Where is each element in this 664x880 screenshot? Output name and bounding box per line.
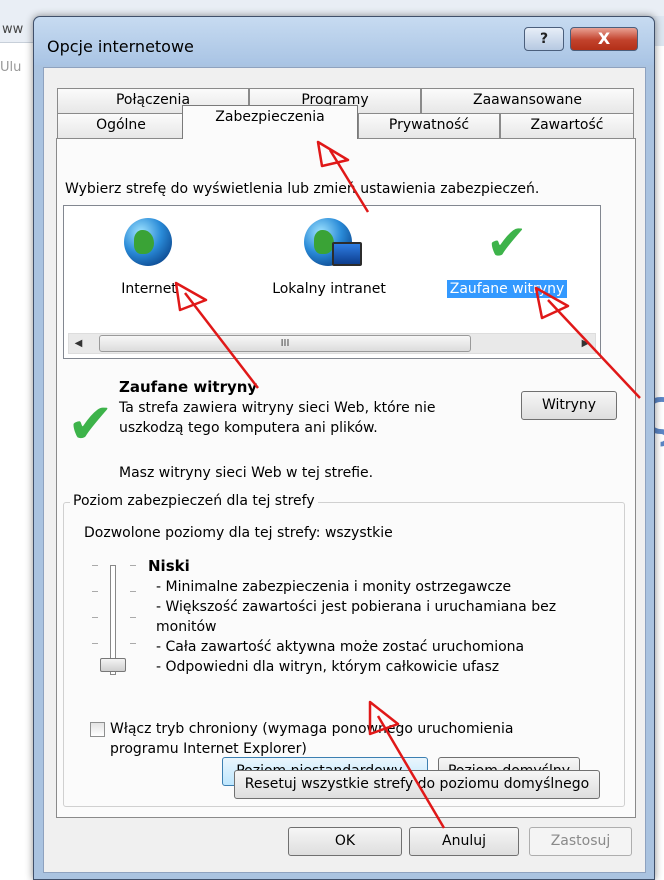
- zone-local-intranet-label: Lokalny intranet: [272, 281, 386, 297]
- protected-mode-checkbox[interactable]: [90, 722, 105, 737]
- scroll-right-icon[interactable]: ▶: [576, 334, 595, 353]
- zone-local-intranet[interactable]: Lokalny intranet: [254, 218, 404, 298]
- zone-list: Internet Lokalny intranet ✔ Zaufane witr…: [63, 205, 601, 359]
- dialog-client-area: Połączenia Programy Zaawansowane Ogólne …: [43, 67, 646, 873]
- tab-ogolne[interactable]: Ogólne: [57, 113, 185, 138]
- tab-zaawansowane[interactable]: Zaawansowane: [421, 88, 634, 113]
- selected-zone-note: Masz witryny sieci Web w tej strefie.: [119, 465, 374, 481]
- tab-zabezpieczenia[interactable]: Zabezpieczenia: [182, 105, 358, 139]
- zone-internet[interactable]: Internet: [74, 218, 224, 298]
- level-bullet: - Minimalne zabezpieczenia i monity ostr…: [156, 579, 512, 595]
- allowed-levels-text: Dozwolone poziomy dla tej strefy: wszyst…: [84, 525, 393, 541]
- close-button[interactable]: X: [570, 27, 638, 51]
- zone-trusted-sites-label: Zaufane witryny: [446, 280, 568, 298]
- zone-trusted-sites[interactable]: ✔ Zaufane witryny: [432, 218, 582, 298]
- level-bullet: - Większość zawartości jest pobierana i …: [156, 599, 557, 635]
- protected-mode-option[interactable]: Włącz tryb chroniony (wymaga ponownego u…: [90, 719, 560, 759]
- tab-zawartosc[interactable]: Zawartość: [500, 113, 634, 138]
- window-title: Opcje internetowe: [47, 37, 194, 56]
- level-bullet: - Cała zawartość aktywna może zostać uru…: [156, 639, 525, 655]
- selected-zone-title: Zaufane witryny: [119, 378, 258, 396]
- zone-internet-label: Internet: [121, 281, 177, 297]
- zone-instruction: Wybierz strefę do wyświetlenia lub zmień…: [65, 181, 540, 197]
- trusted-zone-checkmark-icon: ✔: [67, 392, 114, 457]
- security-level-slider[interactable]: [78, 553, 138, 683]
- ok-button[interactable]: OK: [288, 827, 402, 856]
- checkmark-icon: ✔: [486, 214, 528, 272]
- zone-list-horizontal-scrollbar[interactable]: ◀ III ▶: [68, 333, 596, 354]
- tab-prywatnosc[interactable]: Prywatność: [358, 113, 500, 138]
- browser-left-fragment: Ulu: [0, 60, 22, 75]
- browser-address-fragment: ww: [2, 22, 24, 37]
- apply-button[interactable]: Zastosuj: [529, 827, 632, 856]
- security-tab-panel: Wybierz strefę do wyświetlenia lub zmień…: [56, 138, 636, 818]
- protected-mode-label: Włącz tryb chroniony (wymaga ponownego u…: [110, 721, 514, 757]
- globe-icon: [124, 218, 172, 266]
- sites-button[interactable]: Witryny: [521, 391, 617, 420]
- internet-options-dialog: Opcje internetowe ? X Połączenia Program…: [33, 16, 655, 880]
- help-button[interactable]: ?: [524, 27, 564, 51]
- monitor-icon: [332, 242, 362, 266]
- security-level-bullets: - Minimalne zabezpieczenia i monity ostr…: [156, 577, 566, 677]
- security-level-legend: Poziom zabezpieczeń dla tej strefy: [70, 493, 318, 509]
- cancel-button[interactable]: Anuluj: [409, 827, 519, 856]
- security-level-group: Poziom zabezpieczeń dla tej strefy Dozwo…: [63, 493, 625, 807]
- slider-thumb[interactable]: [100, 658, 126, 672]
- reset-all-zones-button[interactable]: Resetuj wszystkie strefy do poziomu domy…: [234, 770, 600, 799]
- level-bullet: - Odpowiedni dla witryn, którym całkowic…: [156, 659, 500, 675]
- title-bar[interactable]: Opcje internetowe ? X: [34, 17, 654, 65]
- security-level-name: Niski: [148, 557, 190, 575]
- selected-zone-description: Ta strefa zawiera witryny sieci Web, któ…: [119, 400, 436, 436]
- scroll-left-icon[interactable]: ◀: [69, 334, 88, 353]
- scroll-thumb[interactable]: III: [99, 335, 471, 352]
